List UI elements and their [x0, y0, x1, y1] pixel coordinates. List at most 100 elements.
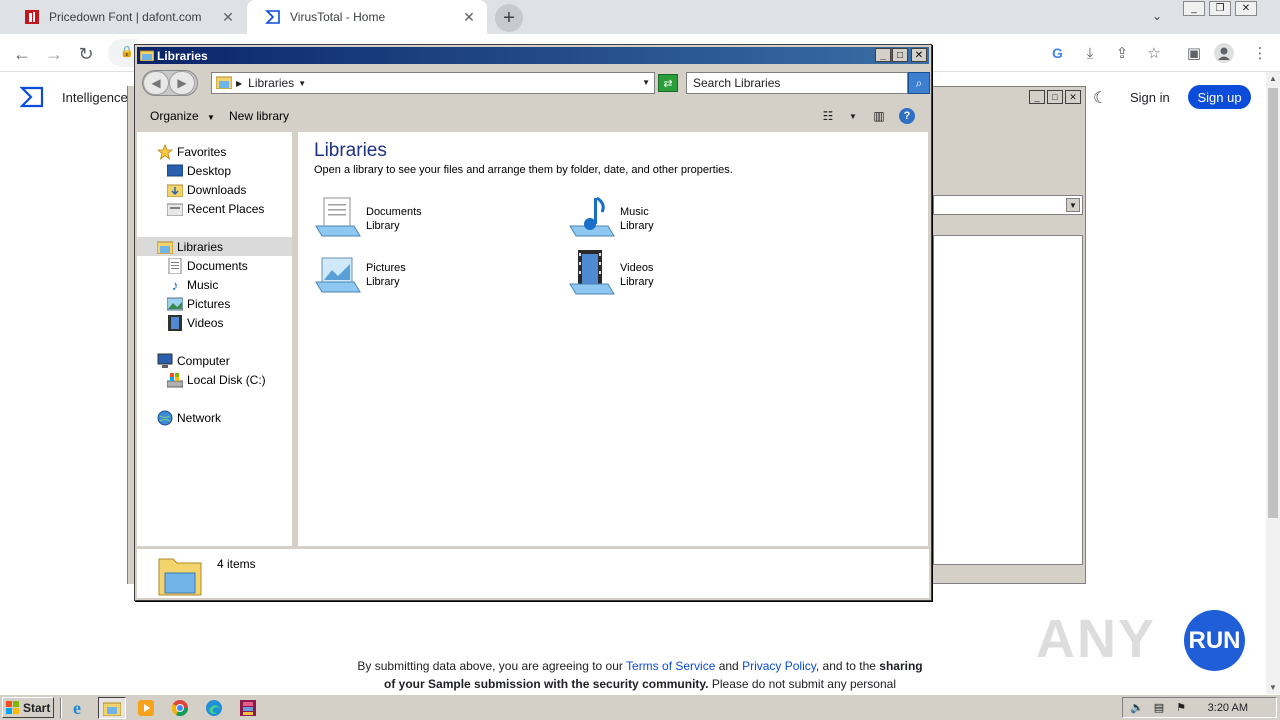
- new-library-button[interactable]: New library: [229, 109, 289, 123]
- documents-icon: [167, 257, 183, 274]
- nav-desktop[interactable]: Desktop: [167, 161, 231, 180]
- dark-mode-moon-icon[interactable]: ☾: [1093, 88, 1107, 108]
- virustotal-logo-icon[interactable]: [19, 86, 44, 111]
- breadcrumb-arrow-icon[interactable]: ▼: [298, 79, 306, 88]
- explorer-titlebar: Libraries _ □ ✕: [137, 47, 929, 64]
- nav-computer[interactable]: Computer: [157, 351, 230, 370]
- preview-pane-icon[interactable]: ▥: [871, 108, 887, 124]
- tab-virustotal[interactable]: VirusTotal - Home ✕: [247, 0, 487, 34]
- nav-label: Libraries: [177, 239, 224, 254]
- restore-icon[interactable]: ❐: [1209, 1, 1231, 16]
- page-description: Open a library to see your files and arr…: [314, 164, 733, 176]
- libraries-folder-icon: [157, 553, 205, 597]
- volume-icon[interactable]: 🔈: [1129, 700, 1145, 716]
- nav-music[interactable]: ♪ Music: [167, 275, 219, 294]
- dafont-favicon-icon: [24, 9, 40, 25]
- new-tab-button[interactable]: +: [495, 4, 523, 32]
- scrollbar-thumb[interactable]: [1268, 88, 1278, 518]
- library-item-videos[interactable]: Videos Library: [568, 250, 768, 302]
- privacy-policy-link[interactable]: Privacy Policy: [742, 659, 816, 673]
- close-icon[interactable]: ✕: [911, 48, 927, 62]
- action-center-flag-icon[interactable]: ⚑: [1173, 700, 1189, 716]
- profile-avatar-icon[interactable]: [1214, 43, 1234, 63]
- help-icon[interactable]: ?: [899, 108, 915, 124]
- chrome-menu-icon[interactable]: ⋮: [1250, 43, 1270, 63]
- breadcrumb-arrow-icon[interactable]: ▶: [236, 79, 242, 88]
- breadcrumb[interactable]: Libraries: [248, 76, 294, 90]
- tab-close-icon[interactable]: ✕: [218, 9, 238, 26]
- sign-up-button[interactable]: Sign up: [1188, 85, 1251, 109]
- nav-local-disk[interactable]: Local Disk (C:): [167, 370, 266, 389]
- explorer-taskbar-icon[interactable]: [98, 697, 126, 719]
- terms-text: sharing: [879, 659, 923, 673]
- terms-of-service-link[interactable]: Terms of Service: [626, 659, 715, 673]
- nav-label: Favorites: [177, 144, 227, 159]
- nav-videos[interactable]: Videos: [167, 313, 223, 332]
- address-history-dropdown-icon[interactable]: ▼: [642, 78, 650, 87]
- share-icon[interactable]: ⇪: [1112, 43, 1132, 63]
- chrome-icon[interactable]: [166, 697, 194, 719]
- back-arrow-icon[interactable]: ←: [10, 42, 34, 66]
- organize-button[interactable]: Organize ▼: [150, 109, 215, 123]
- dropdown-arrow-icon[interactable]: ▼: [1066, 198, 1080, 212]
- library-type: Library: [366, 220, 400, 232]
- nav-pictures[interactable]: Pictures: [167, 294, 230, 313]
- forward-arrow-icon[interactable]: →: [42, 42, 66, 66]
- minimize-icon[interactable]: _: [1029, 90, 1045, 104]
- install-app-icon[interactable]: ⤓: [1080, 43, 1100, 63]
- minimize-icon[interactable]: _: [1183, 1, 1205, 16]
- nav-network[interactable]: Network: [157, 408, 221, 427]
- library-item-documents[interactable]: Documents Library: [314, 194, 514, 246]
- start-button[interactable]: Start: [2, 697, 54, 718]
- nav-label: Pictures: [187, 296, 231, 311]
- library-type: Library: [620, 276, 654, 288]
- background-dropdown[interactable]: ▼: [933, 195, 1083, 215]
- svg-text:e: e: [73, 699, 81, 717]
- item-count: 4 items: [217, 557, 256, 571]
- intelligence-link[interactable]: Intelligence: [62, 90, 128, 105]
- maximize-icon[interactable]: □: [1047, 90, 1063, 104]
- forward-icon[interactable]: ▶: [169, 71, 195, 95]
- network-tray-icon[interactable]: ▤: [1151, 700, 1167, 716]
- downloads-folder-icon: [167, 182, 183, 198]
- lock-icon: 🔒: [120, 46, 134, 58]
- winrar-icon[interactable]: [234, 697, 262, 719]
- edge-icon[interactable]: [200, 697, 228, 719]
- page-scrollbar[interactable]: ▲ ▼: [1266, 72, 1280, 694]
- tab-dafont[interactable]: Pricedown Font | dafont.com ✕: [6, 0, 246, 34]
- back-icon[interactable]: ◀: [143, 71, 169, 95]
- documents-library-icon: [314, 194, 362, 242]
- tab-close-icon[interactable]: ✕: [459, 9, 479, 26]
- library-item-pictures[interactable]: Pictures Library: [314, 250, 514, 302]
- clock[interactable]: 3:20 AM: [1208, 702, 1248, 714]
- nav-downloads[interactable]: Downloads: [167, 180, 246, 199]
- nav-label: Computer: [177, 353, 230, 368]
- nav-label: Downloads: [187, 182, 247, 197]
- change-view-icon[interactable]: ☷: [820, 108, 836, 124]
- view-options-chevron-icon[interactable]: ▼: [845, 108, 861, 124]
- media-player-icon[interactable]: [132, 697, 160, 719]
- search-input[interactable]: Search Libraries: [686, 72, 908, 94]
- sign-in-link[interactable]: Sign in: [1130, 90, 1170, 105]
- nav-favorites[interactable]: Favorites: [157, 142, 226, 161]
- search-icon[interactable]: ⌕: [908, 72, 930, 94]
- refresh-icon[interactable]: ⇄: [658, 74, 678, 92]
- tab-search-button[interactable]: ⌄: [1152, 9, 1162, 23]
- scroll-up-icon[interactable]: ▲: [1269, 74, 1277, 83]
- side-panel-icon[interactable]: ▣: [1184, 43, 1204, 63]
- library-item-music[interactable]: Music Library: [568, 194, 768, 246]
- nav-libraries[interactable]: Libraries: [137, 237, 292, 256]
- minimize-icon[interactable]: _: [875, 48, 891, 62]
- explorer-address-bar[interactable]: ▶ Libraries ▼ ▼: [211, 72, 655, 94]
- close-icon[interactable]: ✕: [1235, 1, 1257, 16]
- bookmark-star-icon[interactable]: ☆: [1144, 43, 1164, 63]
- nav-documents[interactable]: Documents: [167, 256, 248, 275]
- google-icon[interactable]: G: [1048, 43, 1068, 63]
- internet-explorer-icon[interactable]: e: [66, 697, 94, 719]
- maximize-icon[interactable]: □: [892, 48, 908, 62]
- close-icon[interactable]: ✕: [1065, 90, 1081, 104]
- scroll-down-icon[interactable]: ▼: [1269, 683, 1277, 692]
- background-window: _ □ ✕ ▼: [928, 86, 1086, 584]
- nav-recent-places[interactable]: Recent Places: [167, 199, 264, 218]
- reload-icon[interactable]: ↻: [74, 42, 98, 66]
